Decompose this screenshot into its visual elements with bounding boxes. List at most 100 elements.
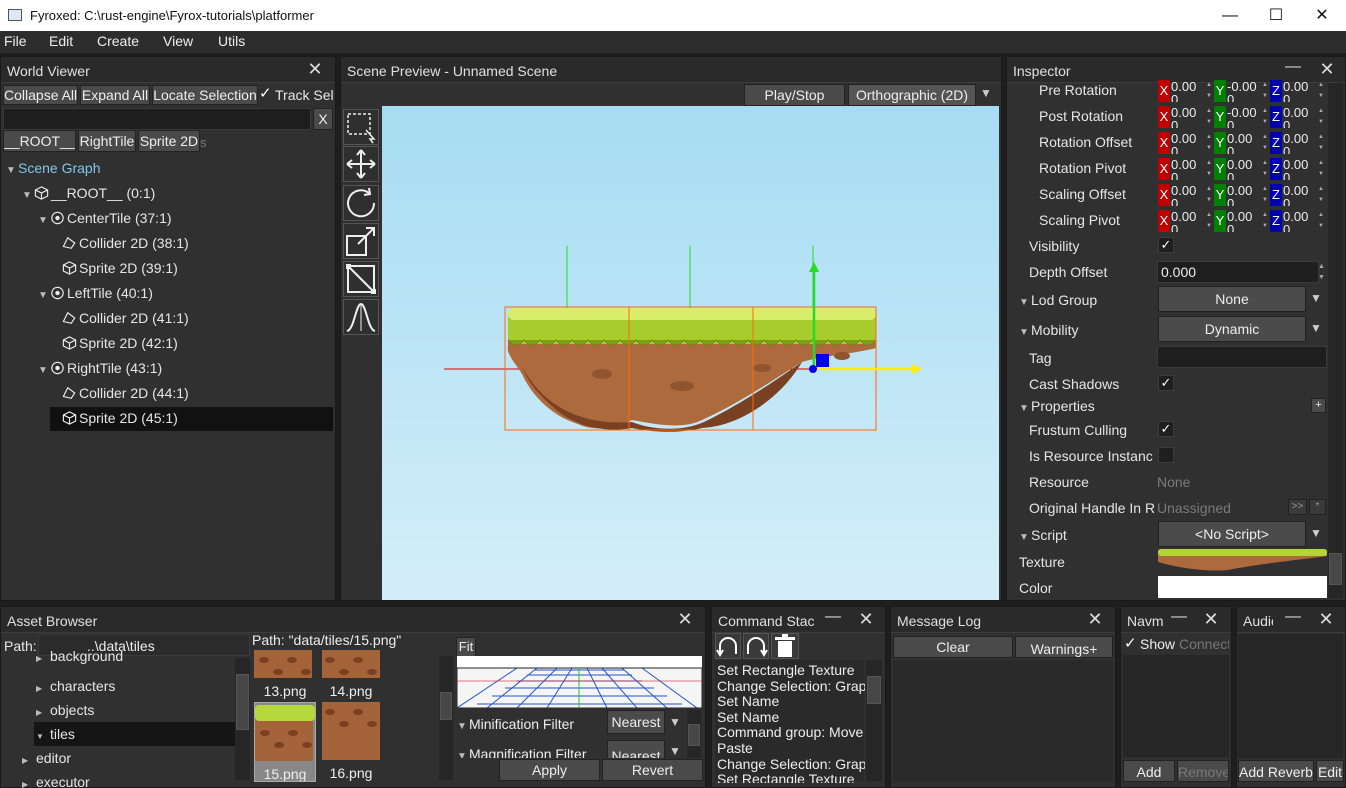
spinner-icon[interactable]: ▲ ▼ [1205, 106, 1213, 128]
spinner-icon[interactable]: ▲ ▼ [1261, 210, 1269, 232]
command-scrollbar[interactable] [866, 660, 882, 781]
axis-z-value[interactable]: 0.00 0 [1283, 132, 1317, 154]
cast-shadows-checkbox[interactable]: ✓ [1158, 375, 1174, 391]
original-handle-clear-button[interactable]: * [1309, 499, 1326, 515]
axis-y-value[interactable]: 0.00 0 [1227, 132, 1261, 154]
tree-node[interactable]: ▼ RightTile (43:1) [38, 357, 162, 381]
files-scrollbar[interactable] [439, 656, 453, 780]
axis-z-value[interactable]: 0.00 0 [1283, 106, 1317, 128]
close-icon[interactable]: ✕ [306, 59, 324, 79]
close-icon[interactable]: ✕ [1086, 609, 1104, 629]
world-search-input[interactable] [3, 108, 311, 130]
chevron-down-icon[interactable]: ▼ [669, 744, 681, 758]
depth-offset-spinner[interactable]: ▲ ▼ [1318, 261, 1325, 283]
chevron-down-icon[interactable]: ▼ [1019, 297, 1031, 308]
spinner-icon[interactable]: ▲ ▼ [1261, 158, 1269, 180]
menu-utils[interactable]: Utils [218, 33, 245, 49]
folder-item[interactable]: ▶ objects [36, 698, 94, 722]
move-tool-icon[interactable] [343, 146, 379, 182]
revert-button[interactable]: Revert [602, 759, 703, 781]
locate-selection-button[interactable]: Locate Selection [152, 85, 258, 105]
axis-x-value[interactable]: 0.00 0 [1171, 80, 1205, 102]
axis-x-value[interactable]: 0.00 0 [1171, 106, 1205, 128]
depth-offset-field[interactable]: 0.000 [1157, 261, 1319, 283]
menu-create[interactable]: Create [97, 33, 139, 49]
chevron-right-icon[interactable]: ▶ [22, 780, 34, 788]
inspector-scroll-thumb[interactable] [1329, 553, 1342, 585]
fit-button[interactable]: Fit [456, 637, 476, 657]
close-icon[interactable]: ✕ [1318, 59, 1336, 79]
folder-item[interactable]: ▶ background [36, 648, 123, 666]
navmesh-remove-button[interactable]: Remove [1177, 760, 1229, 782]
command-item[interactable]: Set Rectangle Texture [717, 771, 865, 783]
projection-dropdown[interactable]: Orthographic (2D) [848, 84, 976, 106]
tree-node[interactable]: ▼ Scene Graph [6, 157, 101, 181]
texture-preview-3d[interactable] [457, 656, 702, 708]
files-scroll-thumb[interactable] [440, 692, 452, 720]
chevron-down-icon[interactable]: ▼ [457, 751, 469, 758]
lod-group-dropdown[interactable]: None [1158, 286, 1306, 312]
spinner-icon[interactable]: ▲ ▼ [1261, 80, 1269, 102]
spinner-icon[interactable]: ▲ ▼ [1205, 132, 1213, 154]
minimize-panel-icon[interactable]: — [1285, 58, 1301, 76]
close-icon[interactable]: ✕ [1202, 609, 1220, 629]
spinner-icon[interactable]: ▲ ▼ [1317, 210, 1325, 232]
axis-z-value[interactable]: 0.00 0 [1283, 158, 1317, 180]
folder-item[interactable]: ▶ characters [36, 674, 115, 698]
axis-z-value[interactable]: 0.00 0 [1283, 210, 1317, 232]
spinner-icon[interactable]: ▲ ▼ [1317, 80, 1325, 102]
axis-y-value[interactable]: 0.00 0 [1227, 210, 1261, 232]
axis-z-value[interactable]: 0.00 0 [1283, 80, 1317, 102]
command-item[interactable]: Set Rectangle Texture [717, 662, 865, 678]
close-icon[interactable]: ✕ [1317, 609, 1335, 629]
menu-view[interactable]: View [163, 33, 193, 49]
asset-file-item[interactable]: 16.png [320, 702, 382, 782]
chevron-right-icon[interactable]: ▶ [36, 654, 48, 663]
axis-x-value[interactable]: 0.00 0 [1171, 184, 1205, 206]
command-item[interactable]: Change Selection: Grap [717, 678, 865, 694]
command-item[interactable]: Set Name [717, 693, 865, 709]
select-tool-icon[interactable] [343, 109, 379, 145]
tree-node[interactable]: ▼ LeftTile (40:1) [38, 282, 153, 306]
add-property-button[interactable]: + [1311, 398, 1326, 413]
spinner-icon[interactable]: ▲ ▼ [1317, 106, 1325, 128]
minimize-panel-icon[interactable]: — [825, 608, 841, 626]
minimize-window-button[interactable]: — [1207, 0, 1253, 31]
minification-filter-dropdown[interactable]: Nearest [607, 710, 665, 734]
axis-y-value[interactable]: 0.00 0 [1227, 158, 1261, 180]
spinner-icon[interactable]: ▲ ▼ [1205, 80, 1213, 102]
breadcrumb-root[interactable]: __ROOT__ [3, 130, 76, 152]
command-item[interactable]: Change Selection: Grap [717, 756, 865, 772]
expand-all-button[interactable]: Expand All [80, 85, 150, 105]
close-icon[interactable]: ✕ [857, 609, 875, 629]
tree-node[interactable]: Sprite 2D (42:1) [62, 332, 178, 356]
tree-node[interactable]: Sprite 2D (39:1) [62, 257, 178, 281]
maximize-window-button[interactable]: ☐ [1253, 0, 1299, 31]
folder-scroll-thumb[interactable] [236, 674, 249, 730]
track-selection-checkbox[interactable]: ✓ [259, 84, 272, 102]
chevron-down-icon[interactable]: ▼ [1310, 321, 1322, 335]
asset-file-item[interactable]: 13.png [254, 650, 316, 700]
tree-node[interactable]: Sprite 2D (45:1) [50, 407, 333, 431]
chevron-down-icon[interactable]: ▼ [980, 86, 992, 100]
folder-item[interactable]: ▼ tiles [34, 722, 235, 746]
spinner-icon[interactable]: ▲ ▼ [1205, 210, 1213, 232]
expand-arrow-icon[interactable]: ▼ [38, 215, 50, 226]
close-window-button[interactable]: ✕ [1299, 0, 1345, 31]
expand-arrow-icon[interactable]: ▼ [38, 365, 50, 376]
chevron-down-icon[interactable]: ▼ [1310, 526, 1322, 540]
chevron-right-icon[interactable]: ▶ [22, 756, 34, 765]
navmesh-add-button[interactable]: Add [1123, 760, 1175, 782]
chevron-down-icon[interactable]: ▼ [1310, 291, 1322, 305]
inspector-scrollbar[interactable] [1328, 83, 1343, 598]
folder-item[interactable]: ▶ executor [22, 770, 90, 788]
spinner-icon[interactable]: ▲ ▼ [1317, 132, 1325, 154]
axis-x-value[interactable]: 0.00 0 [1171, 158, 1205, 180]
folder-scrollbar[interactable] [235, 658, 250, 780]
expand-arrow-icon[interactable]: ▼ [38, 290, 50, 301]
spinner-icon[interactable]: ▲ ▼ [1261, 184, 1269, 206]
spinner-icon[interactable]: ▲ ▼ [1205, 184, 1213, 206]
axis-y-value[interactable]: 0.00 0 [1227, 184, 1261, 206]
chevron-down-icon[interactable]: ▼ [457, 721, 469, 732]
color-swatch[interactable] [1158, 576, 1327, 598]
